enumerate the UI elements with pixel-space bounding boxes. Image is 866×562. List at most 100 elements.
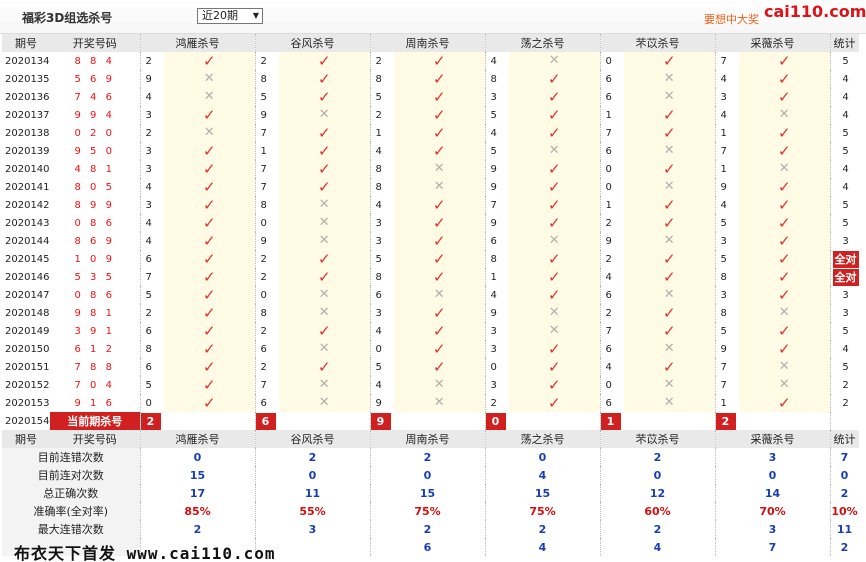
chevron-down-icon: ▼ bbox=[252, 11, 259, 20]
row-period: 2020149 bbox=[5, 325, 50, 337]
check-icon: ✓ bbox=[432, 106, 446, 124]
kill-number: 5 bbox=[254, 88, 279, 106]
cross-icon: ✕ bbox=[433, 287, 445, 302]
kill-number: 6 bbox=[139, 322, 164, 340]
cross-icon: ✕ bbox=[318, 305, 330, 320]
col-expert: 谷风杀号 bbox=[254, 430, 370, 448]
table-row: 2020152 7 0 4 5 ✓ 7 ✕ 4 ✕ 3 ✓ 0 ✕ 7 ✕ 2 bbox=[2, 376, 859, 394]
stats-row: 准确率(全对率) 85% 55% 75% 75% 60% 70% 10% bbox=[2, 502, 859, 520]
kill-number: 3 bbox=[714, 88, 739, 106]
kill-number: 0 bbox=[484, 358, 509, 376]
cross-icon: ✕ bbox=[318, 107, 330, 122]
kill-number: 9 bbox=[484, 178, 509, 196]
check-icon: ✓ bbox=[317, 142, 331, 160]
stats-value: 60% bbox=[644, 504, 671, 518]
row-period: 2020147 bbox=[5, 289, 50, 301]
row-count: 5 bbox=[829, 196, 859, 214]
kill-number: 2 bbox=[599, 214, 624, 232]
kill-number: 7 bbox=[254, 160, 279, 178]
kill-number: 7 bbox=[714, 358, 739, 376]
kill-number: 7 bbox=[139, 268, 164, 286]
check-icon: ✓ bbox=[777, 340, 791, 358]
stats-label: 目前连对次数 bbox=[2, 466, 140, 484]
kill-number: 7 bbox=[484, 196, 509, 214]
kill-number: 0 bbox=[599, 376, 624, 394]
cross-icon: ✕ bbox=[203, 71, 215, 86]
row-draw-number: 0 2 0 bbox=[74, 127, 115, 139]
all-correct-badge: 全对 bbox=[832, 268, 859, 286]
kill-number: 7 bbox=[254, 178, 279, 196]
row-count: 5 bbox=[829, 358, 859, 376]
kill-number: 7 bbox=[714, 142, 739, 160]
page-title: 福彩3D组选杀号 bbox=[22, 11, 113, 25]
kill-number: 4 bbox=[484, 286, 509, 304]
check-icon: ✓ bbox=[432, 304, 446, 322]
check-icon: ✓ bbox=[662, 214, 676, 232]
row-draw-number: 5 6 9 bbox=[74, 73, 115, 85]
check-icon: ✓ bbox=[432, 250, 446, 268]
current-kill: 1 bbox=[601, 412, 621, 430]
kill-number: 1 bbox=[599, 106, 624, 124]
check-icon: ✓ bbox=[777, 88, 791, 106]
stats-label: 准确率(全对率) bbox=[2, 502, 140, 520]
kill-number: 2 bbox=[254, 268, 279, 286]
cross-icon: ✕ bbox=[548, 305, 560, 320]
check-icon: ✓ bbox=[662, 106, 676, 124]
row-draw-number: 7 0 4 bbox=[74, 379, 115, 391]
period-select[interactable]: 近20期 ▼ bbox=[197, 8, 263, 24]
ad-link[interactable]: 要想中大奖 bbox=[704, 11, 759, 27]
check-icon: ✓ bbox=[662, 160, 676, 178]
row-count: 5 bbox=[829, 52, 859, 70]
kill-number: 8 bbox=[369, 70, 394, 88]
kill-number: 0 bbox=[599, 160, 624, 178]
kill-number: 2 bbox=[139, 124, 164, 142]
cross-icon: ✕ bbox=[203, 125, 215, 140]
check-icon: ✓ bbox=[202, 286, 216, 304]
check-icon: ✓ bbox=[202, 106, 216, 124]
stats-value: 85% bbox=[184, 504, 211, 518]
row-count: 3 bbox=[829, 286, 859, 304]
col-expert: 荡之杀号 bbox=[484, 34, 600, 52]
cross-icon: ✕ bbox=[548, 143, 560, 158]
row-draw-number: 7 8 8 bbox=[74, 361, 115, 373]
row-period: 2020150 bbox=[5, 343, 50, 355]
table-row: 2020147 0 8 6 5 ✓ 0 ✕ 6 ✕ 4 ✓ 6 ✕ 3 ✓ 3 bbox=[2, 286, 859, 304]
stats-label: 最大连错次数 bbox=[2, 520, 140, 538]
kill-number: 7 bbox=[599, 322, 624, 340]
row-period: 2020134 bbox=[5, 55, 50, 67]
current-label: 当前期杀号 bbox=[50, 412, 140, 430]
row-period: 2020137 bbox=[5, 109, 50, 121]
kill-number: 6 bbox=[484, 232, 509, 250]
table-row: 2020151 7 8 8 6 ✓ 2 ✓ 5 ✓ 0 ✓ 4 ✓ 7 ✕ 5 bbox=[2, 358, 859, 376]
check-icon: ✓ bbox=[547, 376, 561, 394]
kill-number: 9 bbox=[139, 70, 164, 88]
stats-value: 75% bbox=[529, 504, 556, 518]
kill-number: 7 bbox=[254, 376, 279, 394]
kill-number: 2 bbox=[254, 358, 279, 376]
stats-value: 11 bbox=[304, 486, 321, 500]
row-draw-number: 9 9 4 bbox=[74, 109, 115, 121]
cross-icon: ✕ bbox=[778, 305, 790, 320]
table-row: 2020150 6 1 2 8 ✓ 6 ✕ 0 ✓ 3 ✓ 6 ✕ 9 ✓ 4 bbox=[2, 340, 859, 358]
kill-number: 3 bbox=[484, 322, 509, 340]
cross-icon: ✕ bbox=[433, 377, 445, 392]
kill-number-table: 期号 开奖号码 鸿雁杀号 谷风杀号 周南杀号 荡之杀号 芣苡杀号 采薇杀号 统计… bbox=[2, 34, 859, 556]
table-row: 2020141 8 0 5 4 ✓ 7 ✓ 8 ✕ 9 ✓ 0 ✕ 9 ✓ 4 bbox=[2, 178, 859, 196]
check-icon: ✓ bbox=[662, 304, 676, 322]
current-kill: 0 bbox=[486, 412, 506, 430]
cross-icon: ✕ bbox=[778, 359, 790, 374]
check-icon: ✓ bbox=[317, 250, 331, 268]
row-count: 2 bbox=[829, 376, 859, 394]
check-icon: ✓ bbox=[547, 70, 561, 88]
check-icon: ✓ bbox=[777, 70, 791, 88]
row-draw-number: 0 8 6 bbox=[74, 217, 115, 229]
kill-number: 5 bbox=[714, 250, 739, 268]
kill-number: 4 bbox=[139, 178, 164, 196]
check-icon: ✓ bbox=[662, 268, 676, 286]
cross-icon: ✕ bbox=[318, 233, 330, 248]
kill-number: 3 bbox=[714, 232, 739, 250]
check-icon: ✓ bbox=[317, 88, 331, 106]
kill-number: 4 bbox=[369, 376, 394, 394]
kill-number: 0 bbox=[599, 178, 624, 196]
kill-number: 8 bbox=[369, 178, 394, 196]
